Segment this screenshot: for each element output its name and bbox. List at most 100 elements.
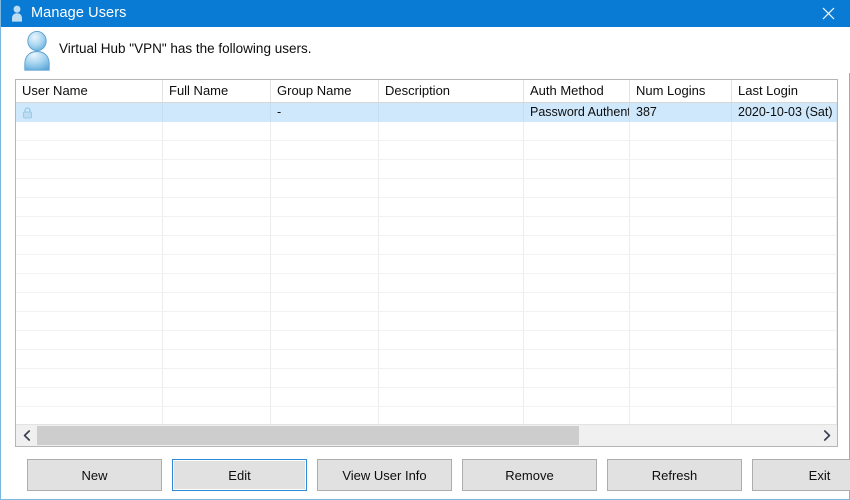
column-header-num-logins[interactable]: Num Logins xyxy=(630,80,732,102)
cell-empty xyxy=(524,198,630,216)
scrollbar-thumb[interactable] xyxy=(37,426,579,445)
cell-empty xyxy=(163,198,271,216)
cell-empty xyxy=(732,350,837,368)
cell-empty xyxy=(630,255,732,273)
refresh-button[interactable]: Refresh xyxy=(607,459,742,491)
cell-empty xyxy=(524,236,630,254)
column-header-last-login[interactable]: Last Login xyxy=(732,80,837,102)
cell-empty xyxy=(163,331,271,349)
table-row-empty xyxy=(16,217,837,236)
cell-empty xyxy=(163,255,271,273)
column-header-group-name[interactable]: Group Name xyxy=(271,80,379,102)
cell-empty xyxy=(524,388,630,406)
cell-empty xyxy=(163,350,271,368)
cell-empty xyxy=(16,217,163,235)
cell-empty xyxy=(271,312,379,330)
cell-empty xyxy=(163,236,271,254)
cell-empty xyxy=(379,331,524,349)
cell-empty xyxy=(379,217,524,235)
cell-empty xyxy=(163,293,271,311)
cell-empty xyxy=(732,122,837,140)
cell-empty xyxy=(524,312,630,330)
table-row[interactable]: - Password Authent...3872020-10-03 (Sat) … xyxy=(16,103,837,122)
cell-empty xyxy=(732,255,837,273)
cell-empty xyxy=(732,293,837,311)
cell-empty xyxy=(16,160,163,178)
cell-empty xyxy=(271,217,379,235)
table-row-empty xyxy=(16,274,837,293)
cell-empty xyxy=(271,141,379,159)
cell-empty xyxy=(271,350,379,368)
cell-empty xyxy=(379,369,524,387)
cell-empty xyxy=(16,274,163,292)
cell-empty xyxy=(630,217,732,235)
cell-empty xyxy=(271,179,379,197)
cell-empty xyxy=(271,293,379,311)
exit-button[interactable]: Exit xyxy=(752,459,850,491)
cell-empty xyxy=(16,407,163,424)
table-row-empty xyxy=(16,350,837,369)
manage-users-window: Manage Users Virtual Hub "VPN" has the f… xyxy=(0,0,850,500)
cell-empty xyxy=(16,198,163,216)
cell-empty xyxy=(732,312,837,330)
cell-empty xyxy=(16,255,163,273)
column-header-auth-method[interactable]: Auth Method xyxy=(524,80,630,102)
close-icon[interactable] xyxy=(805,0,850,27)
cell-empty xyxy=(732,141,837,159)
cell-empty xyxy=(271,274,379,292)
cell-empty xyxy=(379,122,524,140)
remove-button[interactable]: Remove xyxy=(462,459,597,491)
cell-empty xyxy=(16,350,163,368)
cell-empty xyxy=(630,312,732,330)
edit-button[interactable]: Edit xyxy=(172,459,307,491)
cell-empty xyxy=(630,198,732,216)
cell-empty xyxy=(630,141,732,159)
cell-empty xyxy=(379,236,524,254)
table-row-empty xyxy=(16,141,837,160)
chevron-left-icon[interactable] xyxy=(16,425,37,446)
user-icon xyxy=(9,5,25,22)
view-user-info-button[interactable]: View User Info xyxy=(317,459,452,491)
cell-empty xyxy=(16,312,163,330)
table-row-empty xyxy=(16,160,837,179)
cell-empty xyxy=(163,312,271,330)
cell-empty xyxy=(630,407,732,424)
table-row-empty xyxy=(16,122,837,141)
cell-empty xyxy=(630,388,732,406)
cell-empty xyxy=(379,350,524,368)
cell-empty xyxy=(163,179,271,197)
cell-empty xyxy=(630,122,732,140)
cell-empty xyxy=(379,274,524,292)
cell-empty xyxy=(524,274,630,292)
new-button[interactable]: New xyxy=(27,459,162,491)
table-row-empty xyxy=(16,388,837,407)
cell-empty xyxy=(379,198,524,216)
cell-empty xyxy=(732,407,837,424)
cell-empty xyxy=(630,331,732,349)
cell-empty xyxy=(524,255,630,273)
cell-empty xyxy=(524,369,630,387)
cell-empty xyxy=(163,388,271,406)
cell-user_name xyxy=(16,103,163,121)
cell-empty xyxy=(630,293,732,311)
cell-empty xyxy=(732,331,837,349)
cell-empty xyxy=(163,160,271,178)
users-list-view[interactable]: User Name Full Name Group Name Description A… xyxy=(15,79,838,447)
cell-empty xyxy=(16,369,163,387)
column-header-user-name[interactable]: User Name xyxy=(16,80,163,102)
lock-icon xyxy=(22,106,33,119)
cell-empty xyxy=(379,179,524,197)
column-header-description[interactable]: Description xyxy=(379,80,524,102)
cell-empty xyxy=(732,369,837,387)
header-area: Virtual Hub "VPN" has the following user… xyxy=(2,27,850,73)
table-body: - Password Authent...3872020-10-03 (Sat) … xyxy=(16,103,837,424)
cell-empty xyxy=(163,369,271,387)
table-row-empty xyxy=(16,369,837,388)
button-bar: New Edit View User Info Remove Refresh Exit xyxy=(15,459,850,491)
cell-num_logins: 387 xyxy=(630,103,732,121)
column-header-full-name[interactable]: Full Name xyxy=(163,80,271,102)
horizontal-scrollbar[interactable] xyxy=(16,424,837,446)
window-title: Manage Users xyxy=(31,5,127,21)
chevron-right-icon[interactable] xyxy=(816,425,837,446)
cell-empty xyxy=(16,179,163,197)
